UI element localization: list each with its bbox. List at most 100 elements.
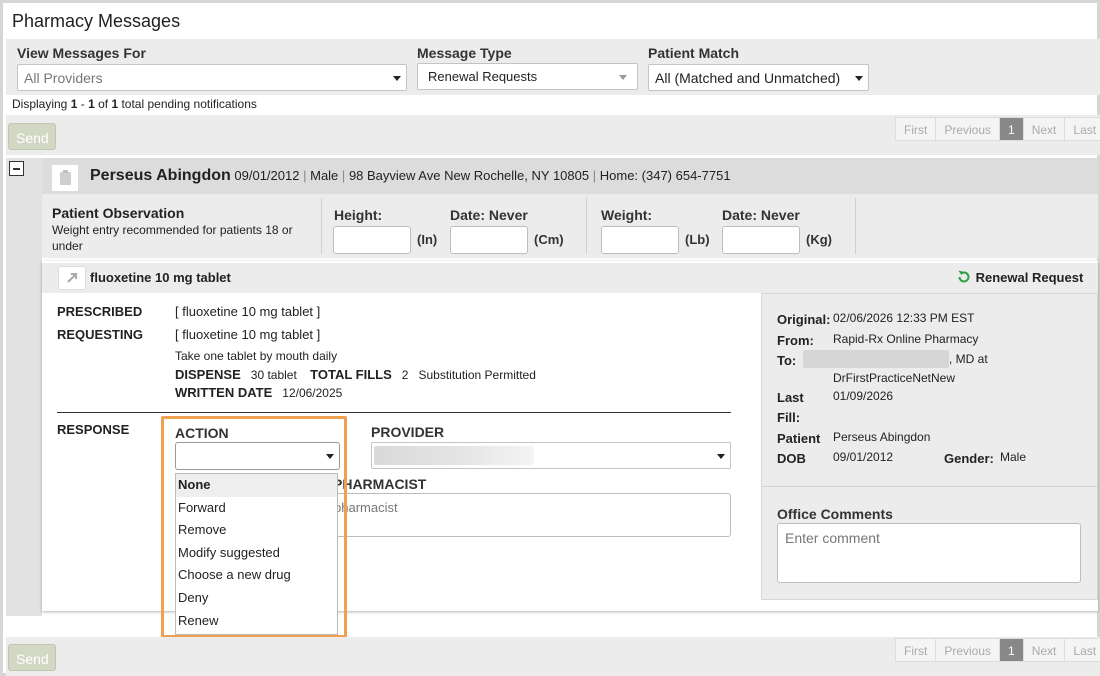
message-type-value: Renewal Requests [428,69,538,84]
renewal-request-tag: Renewal Request [956,269,1083,285]
weight-kg-input[interactable] [722,226,800,254]
patient-address: 98 Bayview Ave New Rochelle, NY 10805 [348,168,590,183]
patient-dob: 09/01/2012 [234,168,300,183]
weight-lb-input[interactable] [601,226,679,254]
dispense-line: DISPENSE 30 tablet TOTAL FILLS 2 Substit… [175,367,536,382]
weight-date-label: Date: Never [722,207,800,223]
page-title: Pharmacy Messages [12,11,181,31]
sig-text: Take one tablet by mouth daily [175,349,338,363]
chevron-down-icon [393,76,401,81]
office-comments-placeholder: Enter comment [785,530,880,546]
page-next[interactable]: Next [1024,639,1066,661]
page-last[interactable]: Last [1065,639,1100,661]
patient-name[interactable]: Perseus Abingdon [90,167,231,184]
action-option-forward[interactable]: Forward [176,497,337,520]
observation-note: Weight entry recommended for patients 18… [52,223,293,253]
pharmacy-messages-window: Pharmacy Messages View Messages For All … [0,0,1100,676]
page-previous[interactable]: Previous [936,639,1001,661]
divider [321,198,322,254]
to-label: To: [777,353,797,368]
message-gutter [6,158,42,616]
page-current[interactable]: 1 [1000,639,1024,661]
height-date-label: Date: Never [450,207,528,223]
pharmacist-label: PHARMACIST [333,476,427,492]
written-date-label: WRITTEN DATE [175,385,273,400]
action-option-none[interactable]: None [176,474,337,497]
page-first[interactable]: First [896,639,937,661]
page-current[interactable]: 1 [1000,118,1024,140]
original-label: Original: [777,312,831,327]
gender-label: Gender: [944,451,994,466]
from-value: Rapid-Rx Online Pharmacy [833,332,979,346]
send-button-top[interactable]: Send [8,123,56,150]
refresh-icon [958,270,970,283]
from-label: From: [777,333,814,348]
unit-in-label: (In) [417,232,438,247]
view-messages-for-label: View Messages For [17,45,146,61]
action-option-modify-suggested[interactable]: Modify suggested [176,542,337,565]
requesting-value: [ fluoxetine 10 mg tablet ] [175,327,321,342]
page-next[interactable]: Next [1024,118,1066,140]
divider [586,198,587,254]
chevron-down-icon [619,75,627,80]
patient-info-line: Perseus Abingdon 09/01/2012 | Male | 98 … [90,167,731,185]
patient-gender: Male [310,168,339,183]
original-value: 02/06/2026 12:33 PM EST [833,311,975,325]
written-date-line: WRITTEN DATE 12/06/2025 [175,385,342,400]
total-fills-label: TOTAL FILLS [310,367,392,382]
separator: | [341,168,346,183]
minus-square-icon[interactable] [9,161,24,176]
prescribed-value: [ fluoxetine 10 mg tablet ] [175,304,321,319]
patient-match-select[interactable]: All (Matched and Unmatched) [648,64,869,91]
patient-match-label: Patient Match [648,45,740,61]
prescribed-label: PRESCRIBED [57,304,143,319]
patient-label: Patient [777,431,821,446]
office-comments-textarea[interactable]: Enter comment [777,523,1081,583]
action-dropdown-list: None Forward Remove Modify suggested Cho… [175,473,338,635]
action-option-choose-new-drug[interactable]: Choose a new drug [176,564,337,587]
height-cm-input[interactable] [450,226,528,254]
separator: | [303,168,307,183]
redacted-provider [374,446,534,465]
page-previous[interactable]: Previous [936,118,1001,140]
message-type-label: Message Type [417,45,512,61]
requesting-label: REQUESTING [57,327,143,342]
action-option-deny[interactable]: Deny [176,587,337,610]
gender-value: Male [1000,450,1027,464]
send-button-bottom[interactable]: Send [8,644,56,671]
total-fills-value: 2 [401,368,409,382]
chevron-down-icon [855,76,863,81]
message-type-select[interactable]: Renewal Requests [417,63,638,90]
page-first[interactable]: First [896,118,937,140]
dispense-value: 30 tablet [250,368,297,382]
view-messages-for-select[interactable]: All Providers [17,64,407,91]
unit-kg-label: (Kg) [806,232,832,247]
pending-summary: Displaying 1 - 1 of 1 total pending noti… [12,97,257,111]
provider-label: PROVIDER [371,424,445,440]
pharmacist-note-textarea[interactable]: pharmacist [323,493,731,537]
divider [57,412,731,413]
clipboard-icon [51,164,79,192]
rx-drug-name: fluoxetine 10 mg tablet [90,270,231,285]
last-fill-label-line1: Last [777,390,804,405]
summary-of: of [94,97,112,111]
expand-arrow-icon[interactable] [58,266,86,290]
response-label: RESPONSE [57,422,130,437]
action-option-remove[interactable]: Remove [176,519,337,542]
pagination-bottom: First Previous 1 Next Last [895,638,1100,662]
divider [855,198,856,254]
observation-title: Patient Observation [52,205,185,221]
to-practice: DrFirstPracticeNetNew [833,371,956,385]
chevron-down-icon [717,454,725,459]
summary-sep: - [77,97,89,111]
provider-select[interactable] [371,442,731,469]
patient-value: Perseus Abingdon [833,430,931,444]
action-option-renew[interactable]: Renew [176,610,337,633]
to-suffix: , MD at [949,352,988,366]
summary-suffix: total pending notifications [118,97,257,111]
height-inches-input[interactable] [333,226,411,254]
weight-label: Weight: [601,207,653,223]
page-last[interactable]: Last [1065,118,1100,140]
dob-value: 09/01/2012 [833,450,894,464]
summary-to: 1 [88,97,95,111]
